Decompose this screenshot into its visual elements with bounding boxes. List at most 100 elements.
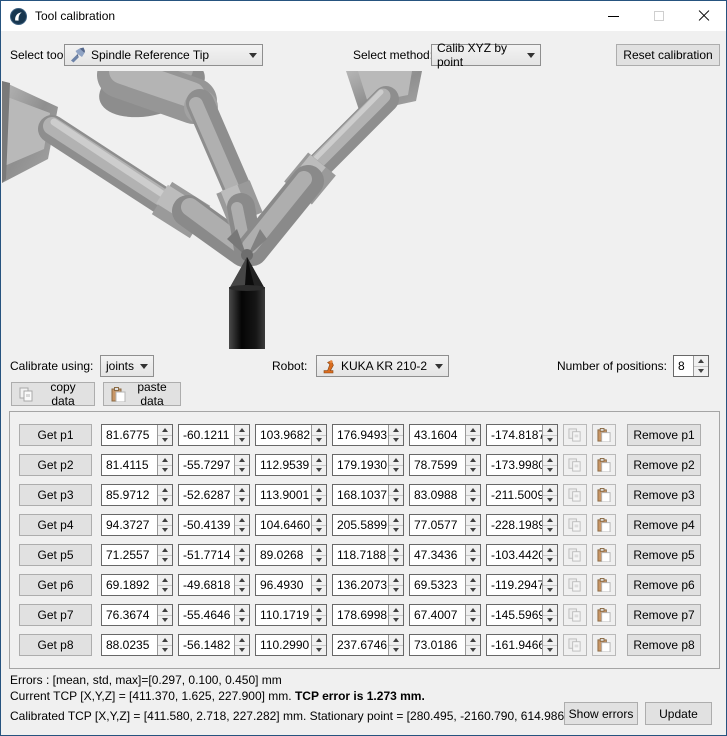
joint-5-spinbox[interactable]: 83.0988 <box>409 484 481 506</box>
spin-up-button[interactable] <box>158 545 172 555</box>
copy-data-button[interactable]: copy data <box>11 382 95 406</box>
get-position-button[interactable]: Get p4 <box>19 514 92 536</box>
joint-1-spinbox[interactable]: 88.0235 <box>101 634 173 656</box>
joint-3-spinbox[interactable]: 112.9539 <box>255 454 327 476</box>
remove-position-button[interactable]: Remove p8 <box>627 634 701 656</box>
spin-down-button[interactable] <box>543 555 557 566</box>
remove-position-button[interactable]: Remove p4 <box>627 514 701 536</box>
joint-5-spinbox[interactable]: 73.0186 <box>409 634 481 656</box>
spin-up-button[interactable] <box>466 485 480 495</box>
get-position-button[interactable]: Get p6 <box>19 574 92 596</box>
joint-2-spinbox[interactable]: -51.7714 <box>178 544 250 566</box>
copy-row-button[interactable] <box>563 544 587 566</box>
spin-down-button[interactable] <box>466 465 480 476</box>
spin-up-button[interactable] <box>235 575 249 585</box>
spin-up-button[interactable] <box>543 425 557 435</box>
spin-down-button[interactable] <box>312 615 326 626</box>
joint-2-spinbox[interactable]: -56.1482 <box>178 634 250 656</box>
spin-up-button[interactable] <box>312 545 326 555</box>
joint-6-spinbox[interactable]: -174.8187 <box>486 424 558 446</box>
spin-up-button[interactable] <box>312 575 326 585</box>
tool-3d-viewport[interactable] <box>2 71 725 354</box>
show-errors-button[interactable]: Show errors <box>564 702 638 725</box>
spin-down-button[interactable] <box>466 585 480 596</box>
spin-down-button[interactable] <box>389 645 403 656</box>
joint-2-spinbox[interactable]: -55.4646 <box>178 604 250 626</box>
spin-up-button[interactable] <box>466 575 480 585</box>
joint-6-spinbox[interactable]: -145.5969 <box>486 604 558 626</box>
spin-down-button[interactable] <box>543 615 557 626</box>
copy-row-button[interactable] <box>563 424 587 446</box>
spin-down-button[interactable] <box>543 585 557 596</box>
spin-down-button[interactable] <box>389 435 403 446</box>
spin-down-button[interactable] <box>158 615 172 626</box>
spin-up-button[interactable] <box>466 425 480 435</box>
joint-3-spinbox[interactable]: 89.0268 <box>255 544 327 566</box>
spin-up-button[interactable] <box>389 425 403 435</box>
joint-6-spinbox[interactable]: -211.5009 <box>486 484 558 506</box>
joint-5-spinbox[interactable]: 67.4007 <box>409 604 481 626</box>
joint-1-spinbox[interactable]: 85.9712 <box>101 484 173 506</box>
spin-down-button[interactable] <box>389 465 403 476</box>
spin-down-button[interactable] <box>466 525 480 536</box>
num-positions-spinbox[interactable]: 8 <box>673 355 709 377</box>
spin-down-button[interactable] <box>235 435 249 446</box>
joint-1-spinbox[interactable]: 76.3674 <box>101 604 173 626</box>
spin-up-button[interactable] <box>235 485 249 495</box>
spin-down-button[interactable] <box>235 645 249 656</box>
reset-calibration-button[interactable]: Reset calibration <box>616 44 720 66</box>
joint-4-spinbox[interactable]: 179.1930 <box>332 454 404 476</box>
spin-up-button[interactable] <box>235 425 249 435</box>
joint-2-spinbox[interactable]: -52.6287 <box>178 484 250 506</box>
get-position-button[interactable]: Get p1 <box>19 424 92 446</box>
spin-up-button[interactable] <box>235 605 249 615</box>
spin-down-button[interactable] <box>466 615 480 626</box>
spin-down-button[interactable] <box>158 585 172 596</box>
spin-down-button[interactable] <box>694 366 708 377</box>
spin-up-button[interactable] <box>543 575 557 585</box>
spin-down-button[interactable] <box>389 555 403 566</box>
joint-6-spinbox[interactable]: -173.9980 <box>486 454 558 476</box>
copy-row-button[interactable] <box>563 634 587 656</box>
joint-4-spinbox[interactable]: 136.2073 <box>332 574 404 596</box>
spin-up-button[interactable] <box>312 425 326 435</box>
spin-down-button[interactable] <box>235 555 249 566</box>
joint-3-spinbox[interactable]: 110.1719 <box>255 604 327 626</box>
spin-up-button[interactable] <box>389 575 403 585</box>
spin-up-button[interactable] <box>466 455 480 465</box>
spin-down-button[interactable] <box>235 615 249 626</box>
paste-row-button[interactable] <box>592 514 616 536</box>
joint-4-spinbox[interactable]: 205.5899 <box>332 514 404 536</box>
spin-up-button[interactable] <box>158 575 172 585</box>
spin-up-button[interactable] <box>158 515 172 525</box>
spin-down-button[interactable] <box>158 495 172 506</box>
spin-up-button[interactable] <box>543 515 557 525</box>
joint-6-spinbox[interactable]: -103.4420 <box>486 544 558 566</box>
spin-down-button[interactable] <box>158 525 172 536</box>
get-position-button[interactable]: Get p2 <box>19 454 92 476</box>
spin-down-button[interactable] <box>389 495 403 506</box>
spin-up-button[interactable] <box>158 605 172 615</box>
remove-position-button[interactable]: Remove p1 <box>627 424 701 446</box>
spin-down-button[interactable] <box>389 615 403 626</box>
paste-data-button[interactable]: paste data <box>103 382 181 406</box>
remove-position-button[interactable]: Remove p6 <box>627 574 701 596</box>
spin-up-button[interactable] <box>235 545 249 555</box>
get-position-button[interactable]: Get p7 <box>19 604 92 626</box>
joint-5-spinbox[interactable]: 77.0577 <box>409 514 481 536</box>
spin-down-button[interactable] <box>312 645 326 656</box>
minimize-button[interactable] <box>591 1 636 31</box>
spin-up-button[interactable] <box>235 455 249 465</box>
spin-down-button[interactable] <box>543 495 557 506</box>
spin-up-button[interactable] <box>158 455 172 465</box>
spin-up-button[interactable] <box>543 455 557 465</box>
spin-down-button[interactable] <box>312 495 326 506</box>
spin-down-button[interactable] <box>312 465 326 476</box>
joint-5-spinbox[interactable]: 69.5323 <box>409 574 481 596</box>
spin-down-button[interactable] <box>543 435 557 446</box>
spin-up-button[interactable] <box>158 485 172 495</box>
copy-row-button[interactable] <box>563 604 587 626</box>
spin-up-button[interactable] <box>312 485 326 495</box>
spin-down-button[interactable] <box>389 585 403 596</box>
joint-5-spinbox[interactable]: 47.3436 <box>409 544 481 566</box>
